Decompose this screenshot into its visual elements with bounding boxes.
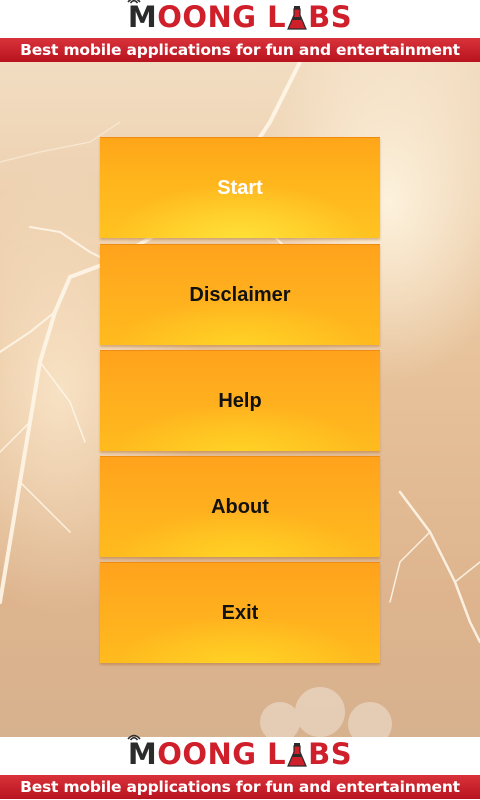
footer-banner: M OONG L A BS Best mobile applications f… — [0, 734, 480, 800]
footer-brand-name-part: OONG L — [157, 737, 287, 771]
flask-icon: A — [286, 4, 308, 30]
tagline: Best mobile applications for fun and ent… — [0, 38, 480, 62]
brand-name-end: BS — [308, 0, 353, 34]
footer-brand-name-end: BS — [308, 737, 353, 771]
brand-letter-m: M — [127, 0, 158, 34]
wifi-signal-icon — [127, 0, 141, 4]
help-button[interactable]: Help — [100, 350, 380, 451]
footer-brand-letter-m: M — [127, 737, 158, 771]
about-button[interactable]: About — [100, 456, 380, 557]
brand-name-part: OONG L — [157, 0, 287, 34]
start-button[interactable]: Start — [100, 137, 380, 238]
wifi-signal-icon — [127, 734, 141, 741]
brand-logo: M OONG L A BS — [0, 0, 480, 34]
header-banner: M OONG L A BS Best mobile applications f… — [0, 0, 480, 62]
footer-tagline: Best mobile applications for fun and ent… — [0, 775, 480, 799]
disclaimer-button[interactable]: Disclaimer — [100, 244, 380, 345]
flask-icon: A — [286, 741, 308, 767]
footer-brand-logo: M OONG L A BS — [0, 734, 480, 771]
exit-button[interactable]: Exit — [100, 562, 380, 663]
